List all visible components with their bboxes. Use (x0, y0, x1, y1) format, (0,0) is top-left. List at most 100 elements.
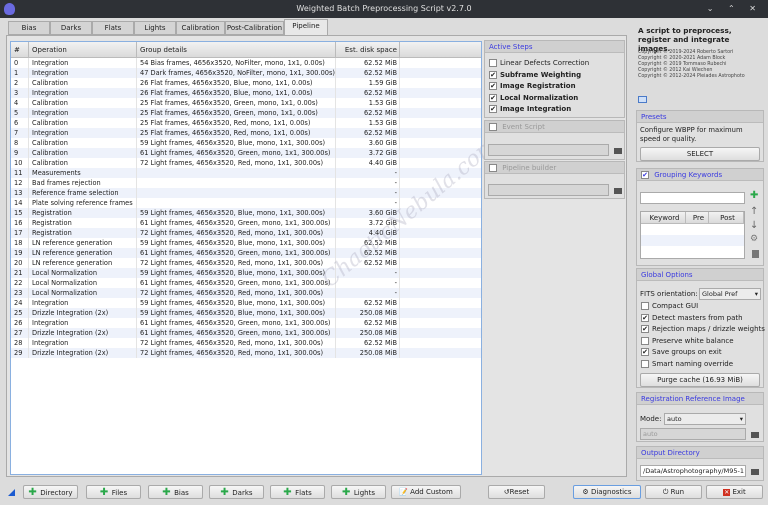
table-row[interactable]: 5 Integration 25 Flat frames, 4656x3520, G… (11, 108, 481, 118)
comment-icon[interactable] (638, 96, 647, 103)
add-lights-button[interactable]: ✚ Lights (331, 485, 386, 499)
col-operation[interactable]: Operation (29, 42, 137, 57)
option-save-groups-on-exit[interactable]: ✔ Save groups on exit (637, 347, 765, 359)
checkbox[interactable] (641, 359, 649, 368)
select-preset-button[interactable]: SELECT (640, 147, 760, 161)
table-row[interactable]: 4 Calibration 25 Flat frames, 4656x3520, G… (11, 98, 481, 108)
pipeline-builder-checkbox[interactable] (489, 164, 497, 172)
table-row[interactable]: 18 LN reference generation 59 Light frames… (11, 238, 481, 248)
event-script-header[interactable]: Event Script (485, 121, 624, 133)
checkbox[interactable]: ✔ (489, 70, 497, 79)
move-down-icon[interactable]: ↓ (750, 220, 758, 231)
checkbox[interactable] (641, 336, 649, 345)
table-row[interactable]: 27 Drizzle Integration (2x) 61 Light frame… (11, 328, 481, 338)
table-row[interactable]: 19 LN reference generation 61 Light frames… (11, 248, 481, 258)
table-row[interactable]: 26 Integration 61 Light frames, 4656x3520,… (11, 318, 481, 328)
mode-select[interactable]: auto ▾ (664, 413, 746, 425)
output-directory-field[interactable]: /Data/Astrophotography/M95-1 (640, 465, 746, 477)
option-image-registration[interactable]: ✔ Image Registration (485, 81, 624, 93)
checkbox[interactable]: ✔ (641, 313, 649, 322)
folder-icon[interactable] (614, 148, 622, 154)
table-row[interactable]: 25 Drizzle Integration (2x) 59 Light frame… (11, 308, 481, 318)
col-disk-space[interactable]: Est. disk space (336, 42, 400, 57)
settings-icon[interactable]: ⚙ (750, 234, 758, 244)
option-local-normalization[interactable]: ✔ Local Normalization (485, 93, 624, 105)
exit-button[interactable]: ✕ Exit (706, 485, 763, 499)
table-row[interactable]: 22 Local Normalization 61 Light frames, 46… (11, 278, 481, 288)
checkbox[interactable] (489, 59, 497, 67)
checkbox[interactable]: ✔ (489, 105, 497, 113)
col-post[interactable]: Post (709, 212, 744, 223)
col-keyword[interactable]: Keyword (641, 212, 686, 223)
table-row[interactable]: 12 Bad frames rejection - (11, 178, 481, 188)
table-row[interactable]: 8 Calibration 59 Light frames, 4656x3520, … (11, 138, 481, 148)
option-subframe-weighting[interactable]: ✔ Subframe Weighting (485, 70, 624, 82)
window-controls[interactable]: ⌄ ⌃ ✕ (707, 0, 762, 18)
tab-flats[interactable]: Flats (92, 21, 134, 35)
fits-orientation-select[interactable]: Global Pref ▾ (699, 288, 761, 300)
tab-lights[interactable]: Lights (134, 21, 176, 35)
table-row[interactable]: 21 Local Normalization 59 Light frames, 46… (11, 268, 481, 278)
table-row[interactable]: 20 LN reference generation 72 Light frames… (11, 258, 481, 268)
add-darks-button[interactable]: ✚ Darks (209, 485, 264, 499)
diagnostics-button[interactable]: ⚙ Diagnostics (573, 485, 641, 499)
add-directory-button[interactable]: ✚ Directory (23, 485, 78, 499)
tab-darks[interactable]: Darks (50, 21, 92, 35)
move-up-icon[interactable]: ↑ (750, 206, 758, 217)
option-rejection-maps-drizzle-weights[interactable]: ✔ Rejection maps / drizzle weights (637, 324, 765, 336)
table-row[interactable]: 2 Calibration 26 Flat frames, 4656x3520, B… (11, 78, 481, 88)
table-row[interactable]: 23 Local Normalization 72 Light frames, 46… (11, 288, 481, 298)
add-keyword-icon[interactable]: ✚ (750, 190, 758, 201)
table-row[interactable]: 9 Calibration 61 Light frames, 4656x3520, … (11, 148, 481, 158)
tab-calibration[interactable]: Calibration (176, 21, 225, 35)
table-row[interactable]: 10 Calibration 72 Light frames, 4656x3520,… (11, 158, 481, 168)
option-compact-gui[interactable]: Compact GUI (637, 301, 765, 313)
checkbox[interactable]: ✔ (489, 93, 497, 102)
table-row[interactable]: 3 Integration 26 Flat frames, 4656x3520, B… (11, 88, 481, 98)
option-preserve-white-balance[interactable]: Preserve white balance (637, 336, 765, 348)
table-row[interactable]: 24 Integration 59 Light frames, 4656x3520,… (11, 298, 481, 308)
table-row[interactable]: 28 Integration 72 Light frames, 4656x3520,… (11, 338, 481, 348)
table-row[interactable]: 29 Drizzle Integration (2x) 72 Light frame… (11, 348, 481, 358)
folder-icon[interactable] (751, 469, 759, 475)
option-linear-defects-correction[interactable]: Linear Defects Correction (485, 58, 624, 70)
table-row[interactable]: 7 Integration 25 Flat frames, 4656x3520, R… (11, 128, 481, 138)
col-pre[interactable]: Pre (686, 212, 709, 223)
table-row[interactable]: 11 Measurements - (11, 168, 481, 178)
keywords-table[interactable]: Keyword Pre Post (640, 211, 745, 259)
table-row[interactable]: 17 Registration 72 Light frames, 4656x3520… (11, 228, 481, 238)
option-smart-naming-override[interactable]: Smart naming override (637, 359, 765, 371)
pipeline-builder-field[interactable] (488, 184, 609, 196)
checkbox[interactable]: ✔ (641, 325, 649, 333)
checkbox[interactable]: ✔ (489, 82, 497, 90)
checkbox[interactable] (641, 302, 649, 310)
add-custom-button[interactable]: 📝 Add Custom (391, 485, 461, 499)
col-group-details[interactable]: Group details (137, 42, 336, 57)
table-row[interactable]: 0 Integration 54 Bias frames, 4656x3520, N… (11, 58, 481, 68)
option-detect-masters-from-path[interactable]: ✔ Detect masters from path (637, 313, 765, 325)
option-image-integration[interactable]: ✔ Image Integration (485, 104, 624, 116)
pipeline-table[interactable]: # Operation Group details Est. disk spac… (10, 41, 482, 475)
checkbox[interactable]: ✔ (641, 348, 649, 356)
keyword-input[interactable] (640, 192, 745, 204)
collapse-icon[interactable] (8, 489, 15, 496)
grouping-keywords-checkbox[interactable]: ✔ (641, 171, 649, 179)
col-index[interactable]: # (11, 42, 29, 57)
table-row[interactable]: 1 Integration 47 Dark frames, 4656x3520, N… (11, 68, 481, 78)
event-script-checkbox[interactable] (489, 123, 497, 131)
tab-pipeline[interactable]: Pipeline (284, 19, 328, 35)
add-bias-button[interactable]: ✚ Bias (148, 485, 203, 499)
folder-icon[interactable] (614, 188, 622, 194)
folder-icon[interactable] (751, 432, 759, 438)
purge-cache-button[interactable]: Purge cache (16.93 MiB) (640, 373, 760, 387)
run-button[interactable]: ⏻ Run (645, 485, 702, 499)
trash-icon[interactable] (752, 250, 759, 258)
reference-image-field[interactable]: auto (640, 428, 746, 440)
add-flats-button[interactable]: ✚ Flats (270, 485, 325, 499)
event-script-field[interactable] (488, 144, 609, 156)
tab-bias[interactable]: Bias (8, 21, 50, 35)
add-files-button[interactable]: ✚ Files (86, 485, 141, 499)
pipeline-builder-header[interactable]: Pipeline builder (485, 162, 624, 174)
table-row[interactable]: 6 Calibration 25 Flat frames, 4656x3520, R… (11, 118, 481, 128)
reset-button[interactable]: ↺Reset (488, 485, 545, 499)
